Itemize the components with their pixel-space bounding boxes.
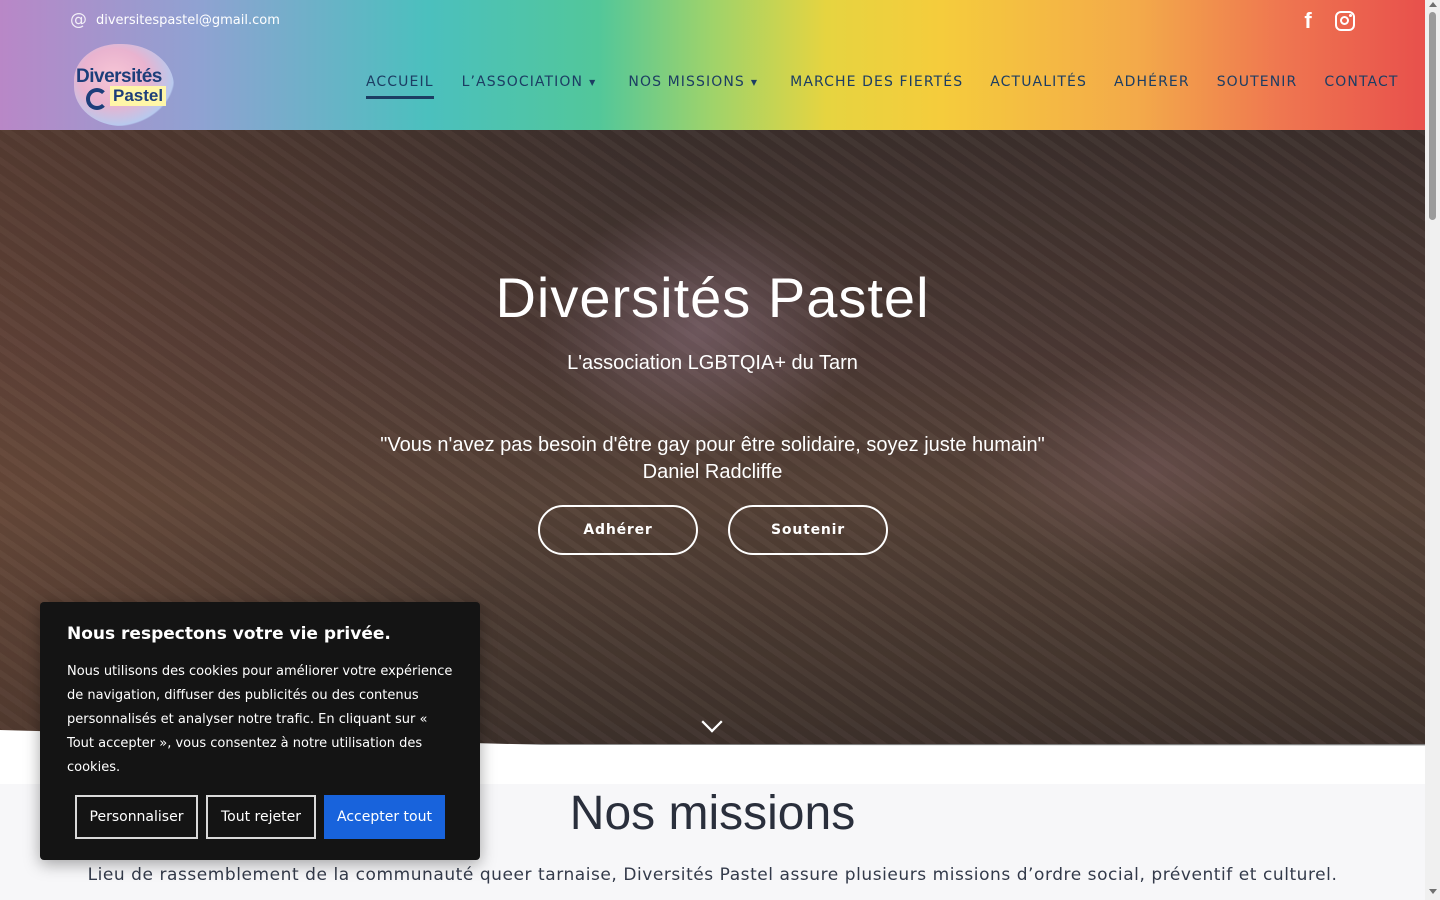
logo-text-line1: Diversités [76, 66, 162, 87]
at-icon: @ [70, 9, 87, 30]
scroll-thumb[interactable] [1429, 12, 1436, 220]
site-logo[interactable]: Diversités Pastel [74, 44, 182, 126]
nav-item-missions[interactable]: NOS MISSIONS ▼ [628, 74, 758, 90]
email-text[interactable]: diversitespastel@gmail.com [96, 13, 280, 28]
main-nav: ACCUEIL L’ASSOCIATION ▼ NOS MISSIONS ▼ M… [366, 74, 1398, 99]
missions-intro: Lieu de rassemblement de la communauté q… [87, 865, 1338, 885]
nav-label: ACCUEIL [366, 74, 434, 90]
nav-label: SOUTENIR [1216, 74, 1298, 90]
nav-item-adherer[interactable]: ADHÉRER [1114, 74, 1190, 90]
quote-text: "Vous n'avez pas besoin d'être gay pour … [380, 434, 1045, 456]
hero-title: Diversités Pastel [495, 266, 930, 329]
nav-item-marche[interactable]: MARCHE DES FIERTÉS [790, 74, 963, 90]
soutenir-button[interactable]: Soutenir [728, 505, 888, 555]
hero-quote: "Vous n'avez pas besoin d'être gay pour … [0, 432, 1425, 486]
caret-down-icon: ▼ [589, 77, 597, 87]
logo-text-line2: Pastel [110, 86, 167, 106]
cookie-title: Nous respectons votre vie privée. [67, 624, 391, 644]
page-scrollbar[interactable] [1425, 0, 1440, 900]
instagram-icon[interactable] [1335, 11, 1355, 31]
hero-subtitle: L'association LGBTQIA+ du Tarn [567, 352, 858, 374]
adherer-button[interactable]: Adhérer [538, 505, 698, 555]
quote-author: Daniel Radcliffe [642, 461, 783, 483]
topbar-email[interactable]: @ diversitespastel@gmail.com [70, 10, 280, 30]
caret-down-icon: ▼ [750, 77, 759, 87]
scroll-up-icon[interactable] [1429, 2, 1437, 7]
accept-all-button[interactable]: Accepter tout [324, 795, 445, 839]
nav-label: MARCHE DES FIERTÉS [790, 74, 964, 90]
nav-item-contact[interactable]: CONTACT [1324, 74, 1398, 90]
social-links: f [1299, 8, 1355, 34]
logo-swirl-icon [86, 88, 108, 110]
nav-item-accueil[interactable]: ACCUEIL [366, 74, 434, 99]
nav-label: CONTACT [1324, 74, 1399, 90]
customize-button[interactable]: Personnaliser [75, 795, 198, 839]
nav-item-actualites[interactable]: ACTUALITÉS [990, 74, 1087, 90]
scroll-down-icon[interactable] [1429, 889, 1437, 894]
cookie-actions: Personnaliser Tout rejeter Accepter tout [75, 795, 445, 839]
cookie-consent-banner: Nous respectons votre vie privée. Nous u… [40, 602, 480, 860]
nav-item-soutenir[interactable]: SOUTENIR [1217, 74, 1298, 90]
cookie-text: Nous utilisons des cookies pour améliore… [67, 664, 453, 775]
site-header: @ diversitespastel@gmail.com f Diversité… [0, 0, 1425, 130]
nav-item-association[interactable]: L’ASSOCIATION ▼ [462, 74, 597, 90]
nav-label: ADHÉRER [1113, 74, 1190, 90]
nav-label: NOS MISSIONS [628, 74, 745, 90]
facebook-icon[interactable]: f [1299, 8, 1317, 34]
nav-label: L’ASSOCIATION [461, 74, 584, 90]
nav-label: ACTUALITÉS [990, 74, 1087, 90]
reject-all-button[interactable]: Tout rejeter [206, 795, 316, 839]
